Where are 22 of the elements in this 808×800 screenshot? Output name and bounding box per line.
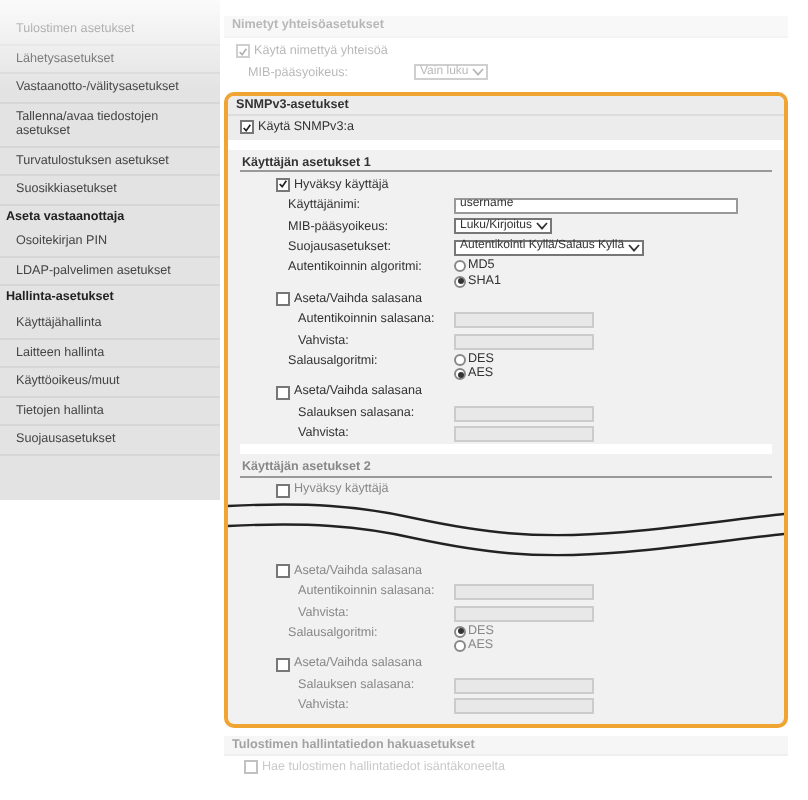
chevron-down-icon (536, 222, 549, 231)
radio-button[interactable] (454, 353, 466, 366)
checkbox[interactable] (240, 120, 254, 135)
check-icon (238, 45, 248, 58)
check-icon (242, 121, 252, 134)
checkbox[interactable] (276, 177, 290, 192)
checkbox[interactable] (276, 385, 290, 400)
password-field[interactable] (454, 333, 594, 350)
radio-button[interactable] (454, 259, 466, 272)
checkbox[interactable] (276, 292, 290, 307)
password-field[interactable] (454, 605, 594, 622)
password-field[interactable] (454, 677, 594, 694)
radio-button[interactable] (454, 275, 466, 287)
chevron-down-icon (628, 243, 641, 252)
password-field[interactable] (454, 698, 594, 715)
check-icon (278, 178, 288, 191)
password-field[interactable] (454, 584, 594, 601)
password-field[interactable] (454, 312, 594, 329)
password-field[interactable] (454, 405, 594, 422)
password-field[interactable] (454, 426, 594, 443)
radio-button[interactable] (454, 368, 466, 381)
chevron-down-icon (472, 68, 485, 77)
